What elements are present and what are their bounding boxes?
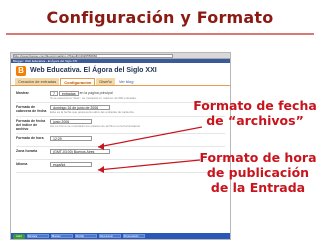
blogger-logo-icon: B bbox=[16, 65, 26, 76]
tab-layout[interactable]: Diseño bbox=[96, 78, 115, 85]
start-button[interactable]: start bbox=[13, 233, 25, 239]
setting-suffix: en la página principal bbox=[79, 91, 113, 95]
setting-row-timestamp: Formato de hora 12:29 bbox=[16, 134, 225, 147]
setting-label: Idioma bbox=[16, 162, 28, 166]
annotation-line: de “archivos” bbox=[206, 113, 304, 128]
annotation-line: de la Entrada bbox=[210, 180, 306, 195]
setting-label: Formato de hora bbox=[16, 136, 44, 140]
setting-label: Zona horaria bbox=[16, 149, 38, 153]
setting-label: Mostrar bbox=[16, 91, 29, 95]
taskbar-item[interactable]: Documento bbox=[99, 234, 121, 238]
language-select[interactable]: español bbox=[50, 162, 92, 167]
embedded-screenshot: http://www.blogger.com/blog-formatting.g… bbox=[10, 52, 231, 240]
tab-posting[interactable]: Creación de entradas bbox=[15, 78, 60, 85]
tab-settings[interactable]: Configuración bbox=[60, 78, 96, 85]
annotation-archive-date-format: Formato de fecha de “archivos” bbox=[190, 98, 320, 128]
annotation-line: Formato de hora bbox=[199, 150, 317, 165]
annotation-post-time-format: Formato de hora de publicación de la Ent… bbox=[196, 150, 320, 195]
setting-label: Formato de cabecera de fecha bbox=[16, 105, 47, 113]
address-bar[interactable]: http://www.blogger.com/blog-formatting.g… bbox=[13, 53, 173, 58]
taskbar-item[interactable]: Blogger bbox=[51, 234, 73, 238]
tab-view-blog[interactable]: Ver blog bbox=[116, 78, 137, 85]
annotation-line: Formato de fecha bbox=[193, 98, 317, 113]
taskbar-item[interactable]: Bandeja bbox=[27, 234, 49, 238]
annotation-line: de publicación bbox=[206, 165, 310, 180]
taskbar-item[interactable]: Presentación bbox=[123, 234, 145, 238]
dashboard-tabs: Creación de entradas Configuración Diseñ… bbox=[11, 78, 230, 86]
taskbar-item[interactable]: Mozilla bbox=[75, 234, 97, 238]
blog-name[interactable]: Web Educativa. El Ágora del Siglo XXI bbox=[30, 67, 157, 74]
timezone-select[interactable]: (GMT-03:00) Buenos Aires bbox=[50, 149, 110, 154]
setting-label: Formato de fecha del índice de archivo bbox=[16, 119, 46, 131]
timestamp-format-select[interactable]: 12:29 bbox=[50, 136, 92, 141]
blog-header: B Web Educativa. El Ágora del Siglo XXI bbox=[11, 63, 230, 78]
taskbar: start Bandeja Blogger Mozilla Documento … bbox=[11, 233, 230, 239]
title-underline bbox=[6, 33, 314, 35]
setting-row-language: Idioma español bbox=[16, 160, 225, 173]
setting-row-timezone: Zona horaria (GMT-03:00) Buenos Aires bbox=[16, 147, 225, 160]
slide-title: Configuración y Formato bbox=[46, 8, 274, 27]
